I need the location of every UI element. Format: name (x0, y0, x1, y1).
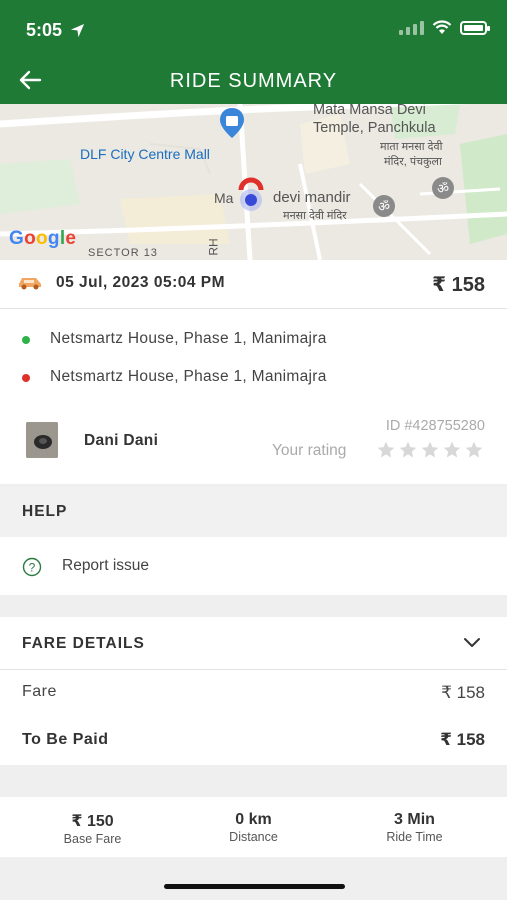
drop-dot (22, 374, 30, 382)
star-icon[interactable] (376, 440, 396, 460)
status-icons (399, 20, 490, 35)
star-icon[interactable] (442, 440, 462, 460)
pickup-address: Netsmartz House, Phase 1, Manimajra (50, 330, 327, 347)
report-issue-row[interactable]: ? Report issue (0, 537, 507, 595)
stat-base-fare: ₹ 150 Base Fare (8, 797, 177, 846)
signal-icon (399, 20, 424, 35)
stat-value: 0 km (235, 811, 272, 828)
shopping-pin-icon (220, 108, 244, 138)
car-icon (19, 278, 41, 290)
map-label-ma: Ma (214, 190, 234, 206)
page-title: RIDE SUMMARY (169, 70, 338, 92)
to-be-paid-value: ₹ 158 (440, 730, 485, 749)
star-icon[interactable] (398, 440, 418, 460)
svg-text:?: ? (29, 561, 36, 575)
ride-location-marker (238, 177, 264, 211)
temple-pin-icon: ॐ (432, 177, 454, 199)
battery-icon (460, 20, 490, 35)
stat-distance: 0 km Distance (169, 797, 338, 844)
help-title: HELP (22, 503, 68, 520)
svg-text:ॐ: ॐ (378, 200, 390, 215)
stat-label: Ride Time (386, 830, 443, 844)
status-bar-time: 5:05 (26, 20, 85, 41)
rating-stars[interactable] (376, 440, 484, 460)
route-map[interactable]: DLF City Centre Mall Mata Mansa Devi Tem… (0, 104, 507, 260)
ride-details-card: 05 Jul, 2023 05:04 PM ₹ 158 Netsmartz Ho… (0, 260, 507, 484)
svg-text:ॐ: ॐ (437, 182, 449, 197)
star-icon[interactable] (420, 440, 440, 460)
report-issue-label: Report issue (62, 557, 150, 574)
stat-value: 3 Min (394, 811, 435, 828)
map-label-temple-hi-1: माता मनसा देवी (380, 141, 443, 153)
help-header-bg (0, 487, 507, 537)
wifi-icon (432, 20, 452, 34)
chevron-down-icon[interactable] (463, 637, 481, 649)
map-label-sector: SECTOR 13 (88, 247, 158, 259)
stat-ride-time: 3 Min Ride Time (330, 797, 499, 844)
location-arrow-icon (70, 23, 85, 38)
map-label-temple-hi-2: मंदिर, पंचकुला (384, 156, 442, 168)
app-header: 5:05 RIDE SUMMARY (0, 0, 507, 104)
fare-title: FARE DETAILS (22, 635, 145, 652)
to-be-paid-label: To Be Paid (22, 731, 109, 748)
help-circle-icon: ? (22, 557, 42, 577)
map-label-dlf: DLF City Centre Mall (80, 146, 210, 162)
status-time: 5:05 (26, 20, 63, 40)
divider (0, 308, 507, 309)
temple-pin-icon-2: ॐ (373, 195, 395, 217)
ride-stats-bar: ₹ 150 Base Fare 0 km Distance 3 Min Ride… (0, 797, 507, 857)
map-label-devi-mandir: devi mandir (273, 189, 351, 206)
ride-date: 05 Jul, 2023 05:04 PM (56, 274, 226, 291)
help-section: HELP ? Report issue (0, 487, 507, 595)
map-label-devi-mandir-hi: मनसा देवी मंदिर (283, 210, 347, 222)
fare-details-section: FARE DETAILS Fare ₹ 158 To Be Paid ₹ 158 (0, 617, 507, 765)
divider (0, 669, 507, 670)
stat-value: ₹ 150 (71, 813, 114, 830)
fare-label: Fare (22, 683, 57, 700)
drop-address: Netsmartz House, Phase 1, Manimajra (50, 368, 327, 385)
rating-label: Your rating (272, 442, 347, 459)
ride-price: ₹ 158 (432, 274, 485, 296)
fare-value: ₹ 158 (441, 683, 485, 702)
home-indicator[interactable] (164, 884, 345, 889)
map-label-temple-1: Mata Mansa Devi (313, 104, 426, 118)
map-label-temple-2: Temple, Panchkula (313, 120, 436, 136)
star-icon[interactable] (464, 440, 484, 460)
driver-name: Dani Dani (84, 432, 159, 449)
google-logo: Google (9, 228, 77, 249)
ride-id: ID #428755280 (385, 418, 485, 434)
driver-avatar (26, 422, 58, 458)
pickup-dot (22, 336, 30, 344)
stat-label: Base Fare (63, 832, 122, 846)
map-label-road: RH (206, 238, 221, 256)
stat-label: Distance (229, 830, 278, 844)
